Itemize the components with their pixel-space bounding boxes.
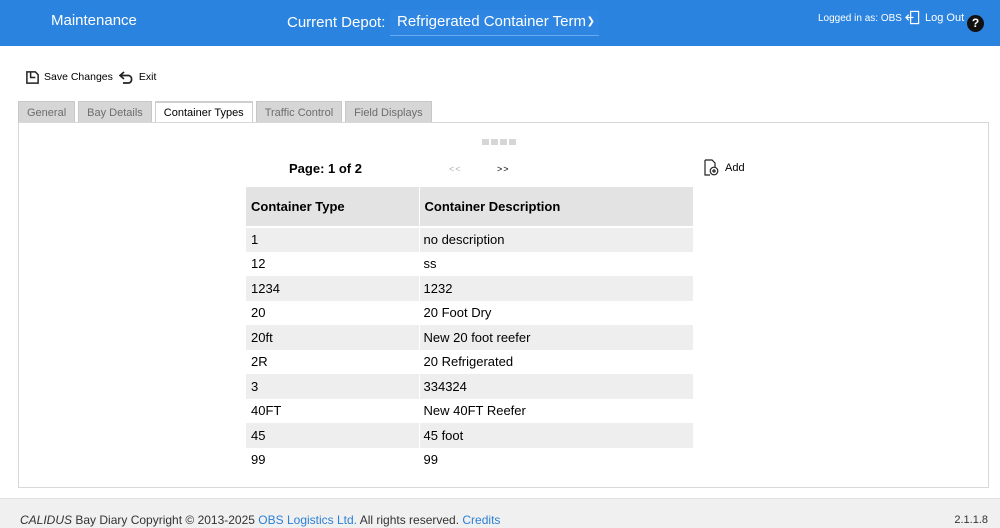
tab-bay-details[interactable]: Bay Details	[78, 101, 152, 123]
logout-icon	[905, 10, 920, 25]
container-description-cell: no description	[418, 227, 693, 252]
container-type-cell: 40FT	[246, 398, 419, 423]
tab-traffic-control[interactable]: Traffic Control	[255, 101, 343, 123]
app-title: Maintenance	[51, 12, 137, 29]
column-header-container-description[interactable]: Container Description	[418, 187, 693, 227]
table-row[interactable]: 1234 1232	[246, 276, 693, 301]
table-row[interactable]: 20 20 Foot Dry	[246, 300, 693, 325]
container-description-cell: 334324	[418, 374, 693, 399]
table-row[interactable]: 99 99	[246, 447, 693, 472]
container-type-cell: 3	[246, 374, 419, 399]
action-bar: Save Changes Exit	[25, 67, 162, 87]
version-number: 2.1.1.8	[954, 514, 988, 526]
container-type-cell: 1234	[246, 276, 419, 301]
save-icon	[26, 70, 39, 84]
add-label: Add	[725, 161, 745, 174]
table-row[interactable]: 45 45 foot	[246, 423, 693, 448]
container-type-cell: 99	[246, 447, 419, 472]
container-types-panel: Page: 1 of 2 << >> Add Container Type Co…	[18, 122, 989, 488]
add-button[interactable]: Add	[704, 159, 745, 176]
chevron-down-icon: ❯	[586, 16, 595, 27]
logout-button[interactable]: Log Out	[905, 10, 964, 25]
container-description-cell: New 20 foot reefer	[418, 325, 693, 350]
logged-in-user: Logged in as: OBS	[818, 13, 902, 24]
tab-bar: General Bay Details Container Types Traf…	[18, 101, 435, 123]
page-info: Page: 1 of 2	[289, 161, 362, 176]
loading-indicator	[482, 139, 516, 145]
exit-label: Exit	[138, 71, 157, 83]
table-row[interactable]: 12 ss	[246, 251, 693, 276]
table-header-row: Container Type Container Description	[246, 187, 693, 227]
container-types-table: Container Type Container Description 1 no…	[246, 187, 693, 472]
footer-brand: CALIDUS	[20, 513, 73, 527]
tab-general[interactable]: General	[18, 101, 76, 123]
container-description-cell: 45 foot	[418, 423, 693, 448]
depot-label: Current Depot:	[287, 14, 386, 31]
logout-label: Log Out	[925, 11, 965, 24]
table-row[interactable]: 40FT New 40FT Reefer	[246, 398, 693, 423]
undo-icon	[118, 71, 133, 84]
top-bar: Maintenance Current Depot: Refrigerated …	[0, 0, 1000, 46]
footer-copy-text: Bay Diary Copyright © 2013-2025	[72, 513, 259, 527]
save-changes-button[interactable]: Save Changes	[25, 70, 113, 85]
exit-button[interactable]: Exit	[118, 70, 157, 84]
depot-select[interactable]: Refrigerated Container Term ❯	[390, 10, 599, 36]
table-row[interactable]: 3 334324	[246, 374, 693, 399]
previous-page-button[interactable]: <<	[449, 164, 462, 174]
depot-select-value: Refrigerated Container Term	[397, 13, 586, 30]
table-row[interactable]: 2R 20 Refrigerated	[246, 349, 693, 374]
container-type-cell: 1	[246, 227, 419, 252]
copyright-text: CALIDUS Bay Diary Copyright © 2013-2025 …	[20, 513, 500, 527]
container-description-cell: 99	[418, 447, 693, 472]
container-description-cell: New 40FT Reefer	[418, 398, 693, 423]
footer-rights-text: All rights reserved.	[357, 513, 463, 527]
footer: CALIDUS Bay Diary Copyright © 2013-2025 …	[0, 498, 1000, 528]
table-row[interactable]: 20ft New 20 foot reefer	[246, 325, 693, 350]
tab-field-displays[interactable]: Field Displays	[345, 101, 432, 123]
container-type-cell: 2R	[246, 349, 419, 374]
add-document-icon	[704, 159, 719, 176]
save-changes-label: Save Changes	[44, 71, 113, 83]
container-type-cell: 20	[246, 300, 419, 325]
credits-link[interactable]: Credits	[462, 513, 500, 527]
container-description-cell: 20 Foot Dry	[418, 300, 693, 325]
container-type-cell: 20ft	[246, 325, 419, 350]
company-link[interactable]: OBS Logistics Ltd.	[258, 513, 357, 527]
container-type-cell: 12	[246, 251, 419, 276]
tab-container-types[interactable]: Container Types	[154, 101, 253, 123]
table-row[interactable]: 1 no description	[246, 227, 693, 252]
next-page-button[interactable]: >>	[497, 164, 510, 174]
column-header-container-type[interactable]: Container Type	[246, 187, 419, 227]
help-icon[interactable]: ?	[967, 15, 984, 32]
container-description-cell: 20 Refrigerated	[418, 349, 693, 374]
container-description-cell: ss	[418, 251, 693, 276]
container-description-cell: 1232	[418, 276, 693, 301]
container-type-cell: 45	[246, 423, 419, 448]
